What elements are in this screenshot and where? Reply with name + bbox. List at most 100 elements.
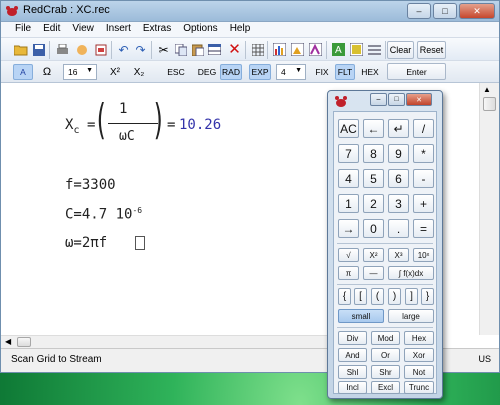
key-fraction[interactable]: — xyxy=(363,266,384,280)
key-7[interactable]: 7 xyxy=(338,144,359,163)
menu-options[interactable]: Options xyxy=(177,22,223,37)
key-right-brace[interactable]: } xyxy=(421,288,434,305)
key-not[interactable]: Not xyxy=(404,365,434,379)
maximize-button[interactable]: □ xyxy=(433,3,457,19)
key-divide[interactable]: / xyxy=(413,119,434,138)
chart-text-icon[interactable] xyxy=(308,42,323,57)
scroll-left-icon[interactable]: ◀ xyxy=(5,337,11,346)
key-or[interactable]: Or xyxy=(371,348,400,362)
key-incl[interactable]: Incl xyxy=(338,381,367,394)
key-left-bracket[interactable]: [ xyxy=(354,288,367,305)
key-pow10[interactable]: 10ˣ xyxy=(413,248,434,262)
key-1[interactable]: 1 xyxy=(338,194,359,213)
flt-button[interactable]: FLT xyxy=(335,64,355,80)
menu-file[interactable]: File xyxy=(9,22,37,37)
clear-button[interactable]: Clear xyxy=(387,41,414,59)
rad-button[interactable]: RAD xyxy=(220,64,242,80)
key-cube[interactable]: X³ xyxy=(388,248,409,262)
font-size-select[interactable]: 16 ▼ xyxy=(63,64,97,80)
calc-close-button[interactable]: ✕ xyxy=(406,93,432,106)
key-square[interactable]: X² xyxy=(363,248,384,262)
close-button[interactable]: ✕ xyxy=(459,3,495,19)
key-xor[interactable]: Xor xyxy=(404,348,434,362)
key-multiply[interactable]: * xyxy=(413,144,434,163)
save-icon[interactable] xyxy=(31,42,46,57)
menu-extras[interactable]: Extras xyxy=(137,22,177,37)
key-shl[interactable]: Shl xyxy=(338,365,367,379)
hex-button[interactable]: HEX xyxy=(359,64,381,80)
key-excl[interactable]: Excl xyxy=(371,381,400,394)
key-equals[interactable]: = xyxy=(413,219,434,238)
print-icon[interactable] xyxy=(55,42,70,57)
chart-bar-icon[interactable] xyxy=(272,42,287,57)
paste-icon[interactable] xyxy=(190,42,205,57)
precision-select[interactable]: 4 ▼ xyxy=(276,64,306,80)
fix-button[interactable]: FIX xyxy=(312,64,332,80)
esc-button[interactable]: ESC xyxy=(164,64,188,80)
delete-icon[interactable]: ✕ xyxy=(227,42,242,57)
key-decimal[interactable]: . xyxy=(388,219,409,238)
key-6[interactable]: 6 xyxy=(388,169,409,188)
calc-minimize-button[interactable]: – xyxy=(370,93,387,106)
export-icon[interactable] xyxy=(93,42,108,57)
menu-help[interactable]: Help xyxy=(224,22,257,37)
enter-button[interactable]: Enter xyxy=(387,63,446,80)
menu-edit[interactable]: Edit xyxy=(37,22,66,37)
redo-icon[interactable]: ↷ xyxy=(133,42,148,57)
omega-button[interactable]: Ω xyxy=(37,64,57,80)
title-bar[interactable]: RedCrab : XC.rec – □ ✕ xyxy=(1,1,499,22)
size-large-toggle[interactable]: large xyxy=(388,309,434,323)
key-3[interactable]: 3 xyxy=(388,194,409,213)
minimize-button[interactable]: – xyxy=(407,3,431,19)
exp-button[interactable]: EXP xyxy=(249,64,271,80)
key-newline[interactable]: ↵ xyxy=(388,119,409,138)
key-left-brace[interactable]: { xyxy=(338,288,351,305)
cut-icon[interactable]: ✂ xyxy=(156,42,171,57)
menu-insert[interactable]: Insert xyxy=(100,22,137,37)
key-ac[interactable]: AC xyxy=(338,119,359,138)
key-2[interactable]: 2 xyxy=(363,194,384,213)
vertical-scrollbar[interactable]: ▲ xyxy=(479,83,499,335)
key-right-paren[interactable]: ) xyxy=(388,288,401,305)
key-hex[interactable]: Hex xyxy=(404,331,434,345)
menu-view[interactable]: View xyxy=(66,22,100,37)
key-5[interactable]: 5 xyxy=(363,169,384,188)
horizontal-scrollbar[interactable]: ◀ xyxy=(1,335,331,348)
key-div[interactable]: Div xyxy=(338,331,367,345)
key-pi[interactable]: π xyxy=(338,266,359,280)
key-mod[interactable]: Mod xyxy=(371,331,400,345)
grid-icon[interactable] xyxy=(250,42,265,57)
key-plus[interactable]: + xyxy=(413,194,434,213)
open-folder-icon[interactable] xyxy=(13,42,28,57)
superscript-button[interactable]: X² xyxy=(105,64,125,80)
font-a-button[interactable]: A xyxy=(13,64,33,80)
subscript-button[interactable]: X₂ xyxy=(129,64,149,80)
horizontal-scroll-thumb[interactable] xyxy=(17,337,31,347)
key-shr[interactable]: Shr xyxy=(371,365,400,379)
key-and[interactable]: And xyxy=(338,348,367,362)
letter-a-icon[interactable]: A xyxy=(331,42,346,57)
vertical-scroll-thumb[interactable] xyxy=(483,97,496,111)
key-right-bracket[interactable]: ] xyxy=(405,288,418,305)
calc-maximize-button[interactable]: □ xyxy=(388,93,405,106)
key-4[interactable]: 4 xyxy=(338,169,359,188)
key-integral[interactable]: ∫ f(x)dx xyxy=(388,266,434,280)
chart-image-icon[interactable] xyxy=(290,42,305,57)
table-icon[interactable] xyxy=(207,42,222,57)
picture-icon[interactable] xyxy=(349,42,364,57)
scroll-up-icon[interactable]: ▲ xyxy=(483,85,491,94)
key-left-paren[interactable]: ( xyxy=(371,288,384,305)
key-trunc[interactable]: Trunc xyxy=(404,381,434,394)
reset-button[interactable]: Reset xyxy=(417,41,446,59)
calculator-title-bar[interactable]: – □ ✕ xyxy=(328,91,442,111)
input-cursor-box[interactable] xyxy=(135,236,145,250)
deg-button[interactable]: DEG xyxy=(196,64,218,80)
key-minus[interactable]: - xyxy=(413,169,434,188)
key-9[interactable]: 9 xyxy=(388,144,409,163)
key-backspace[interactable]: ← xyxy=(363,119,384,138)
hand-icon[interactable] xyxy=(74,42,89,57)
key-0[interactable]: 0 xyxy=(363,219,384,238)
key-8[interactable]: 8 xyxy=(363,144,384,163)
size-small-toggle[interactable]: small xyxy=(338,309,384,323)
key-arrow-right[interactable]: → xyxy=(338,219,359,238)
